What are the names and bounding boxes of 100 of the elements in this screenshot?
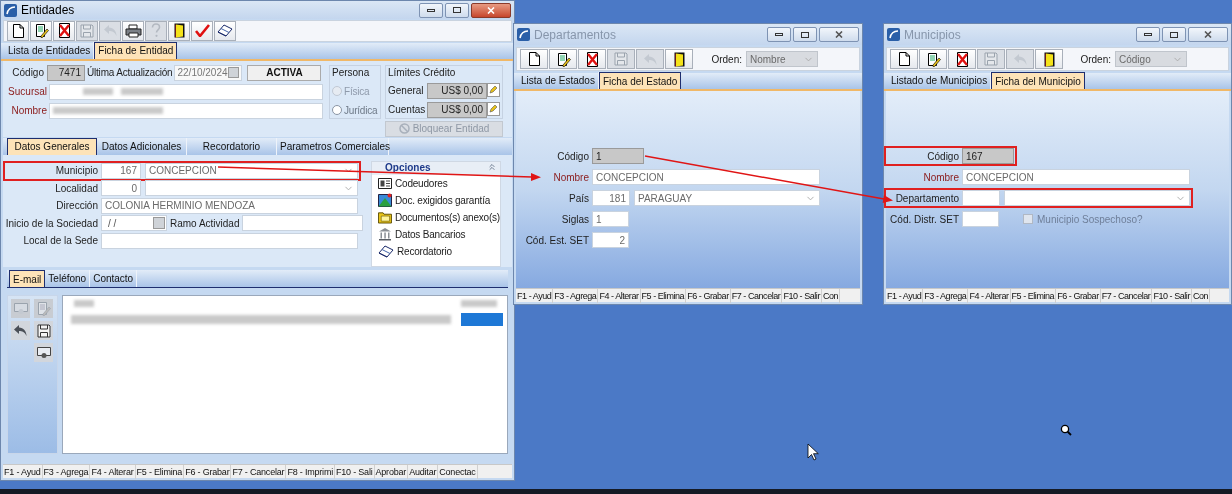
panel-title: Opciones [384,161,431,174]
dropdown[interactable]: Código [1115,51,1187,67]
status-item: F4 - Alterar [90,464,136,479]
dropdown[interactable]: PARAGUAY [634,190,820,206]
tab[interactable]: Recordatorio [187,137,277,155]
option-link[interactable]: Documentos(s) anexo(s) [372,208,500,226]
tab[interactable]: Parametros Comerciales [277,137,389,155]
input-field[interactable]: 1 [592,211,629,227]
dropdown[interactable]: Nombre [746,51,818,67]
status-item: F6 - Grabar [1056,288,1101,303]
eraser-icon [378,244,394,258]
help-icon [151,23,161,39]
minimize-icon [775,33,783,36]
print-button[interactable] [122,20,144,41]
maximize-button[interactable] [793,27,817,42]
input-field[interactable]: 1 [592,148,644,164]
status-item: F1 - Ayud [516,288,554,303]
edit-button[interactable] [30,20,52,41]
tab[interactable]: Ficha del Municipio [991,72,1085,89]
input-field[interactable]: US$ 0,00 [427,82,487,99]
close-button[interactable] [471,2,511,18]
option-link[interactable]: Recordatorio [372,242,500,260]
tab[interactable]: Teléfono [45,270,91,287]
input-field[interactable] [49,102,323,119]
minimize-button[interactable] [767,27,791,42]
redacted-text [74,300,94,307]
collapse-icon [487,161,497,172]
calendar-icon [228,67,240,79]
tray-icon [13,302,28,315]
input-field[interactable]: COLONIA HERMINIO MENDOZA [101,197,358,214]
tab[interactable]: E-mail [9,270,46,287]
input-field[interactable] [101,232,358,249]
field-label: Nombre [552,170,590,185]
input-field[interactable] [49,83,323,100]
new-button[interactable] [7,20,29,41]
status-item: F6 - Grabar [686,288,731,303]
input-field[interactable]: 0 [101,180,141,197]
edit-button[interactable] [919,49,947,69]
delete-button[interactable] [578,49,606,69]
input-field[interactable]: 7471 [47,64,85,81]
clear-button[interactable] [214,20,236,41]
input-field[interactable]: 181 [592,190,630,206]
field-label: País [568,191,590,206]
input-field[interactable]: US$ 0,00 [427,101,487,118]
dropdown[interactable]: CONCEPCION [145,162,358,179]
confirm-button[interactable] [191,20,213,41]
status-item: F3 - Agrega [923,288,969,303]
maximize-button[interactable] [1162,27,1186,42]
app-icon [517,28,530,41]
maximize-button[interactable] [445,2,469,18]
date-field[interactable]: 22/10/2024 [174,64,243,81]
tab[interactable]: Datos Generales [7,137,97,155]
field-label: Nombre [922,170,960,185]
radio-button[interactable] [332,105,342,116]
close-icon [1204,31,1212,38]
selection-highlight [461,313,503,326]
date-field[interactable]: / / [101,215,167,232]
input-field[interactable] [962,211,999,227]
redacted-text [121,88,163,96]
option-link[interactable]: Doc. exigidos garantía [372,191,500,209]
close-icon [835,31,843,38]
new-button[interactable] [890,49,918,69]
close-icon [487,6,495,14]
status-item: F5 - Elimina [640,288,687,303]
tab[interactable]: Contacto [90,270,138,287]
edit-button[interactable] [549,49,577,69]
undo-button[interactable] [11,321,30,340]
status-item: Auditar [408,464,439,479]
tray-icon [36,346,51,359]
option-link[interactable]: Codeudores [372,174,500,192]
minimize-button[interactable] [419,2,443,18]
input-field[interactable] [962,190,1000,206]
status-indicator: ACTIVA [247,64,322,81]
close-button[interactable] [1188,27,1228,42]
save-icon [80,23,94,38]
input-field[interactable] [242,215,364,232]
input-field[interactable]: CONCEPCION [592,169,820,185]
tab[interactable]: Datos Adicionales [97,137,187,155]
input-field[interactable]: CONCEPCION [962,169,1190,185]
exit-button[interactable] [665,49,693,69]
undo-icon [13,324,28,337]
tab[interactable]: Lista de Estados [518,72,599,89]
save-icon [984,52,998,66]
delete-button[interactable] [53,20,75,41]
status-item: Aprobar [374,464,409,479]
input-field[interactable]: 167 [962,148,1014,164]
exit-button[interactable] [1035,49,1063,69]
tray-button[interactable] [34,343,53,362]
save-button[interactable] [34,321,53,340]
close-button[interactable] [819,27,859,42]
delete-button[interactable] [948,49,976,69]
input-field[interactable]: 167 [101,162,141,179]
new-button[interactable] [520,49,548,69]
tab[interactable]: Ficha del Estado [598,72,682,89]
input-field[interactable]: 2 [592,232,629,248]
minimize-button[interactable] [1136,27,1160,42]
radio-label: Física [344,84,370,99]
maximize-icon [1170,31,1178,38]
option-link[interactable]: Datos Bancarios [372,225,500,243]
exit-button[interactable] [168,20,190,41]
